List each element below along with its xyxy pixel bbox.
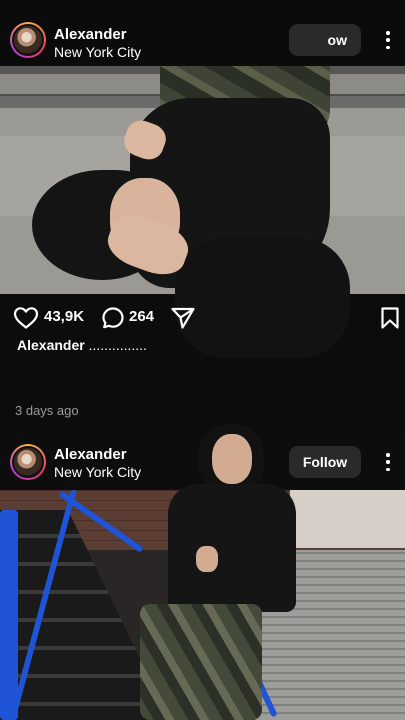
photo-graffiti-sign: [290, 490, 405, 548]
post-caption: Alexander ...............: [17, 337, 147, 353]
caption-username[interactable]: Alexander: [17, 337, 85, 353]
more-options-icon[interactable]: [385, 453, 391, 471]
avatar[interactable]: [10, 22, 46, 58]
location[interactable]: New York City: [54, 463, 141, 481]
feed-screen: Alexander New York City ow 43,9K 264 Ale…: [0, 0, 405, 720]
username[interactable]: Alexander: [54, 26, 141, 43]
photo-subject-hoodie: [168, 484, 296, 612]
post-timestamp: 3 days ago: [15, 403, 79, 418]
photo-subject-face: [212, 434, 252, 484]
photo-subject-sleeve: [175, 238, 350, 358]
heart-icon[interactable]: [13, 306, 39, 330]
post-header: Alexander New York City ow: [0, 0, 405, 66]
follow-button[interactable]: ow: [289, 24, 361, 56]
username[interactable]: Alexander: [54, 446, 141, 463]
location[interactable]: New York City: [54, 43, 141, 61]
photo-subject-pants: [140, 604, 262, 720]
avatar[interactable]: [10, 444, 46, 480]
comment-count[interactable]: 264: [129, 308, 154, 325]
comment-icon[interactable]: [101, 306, 125, 330]
user-info[interactable]: Alexander New York City: [54, 26, 141, 61]
more-options-icon[interactable]: [385, 31, 391, 49]
caption-text: ...............: [84, 337, 147, 353]
bookmark-icon[interactable]: [380, 306, 400, 330]
photo-subject-hand: [196, 546, 218, 572]
user-info[interactable]: Alexander New York City: [54, 446, 141, 481]
photo-blue-railing: [0, 510, 18, 720]
follow-button[interactable]: Follow: [289, 446, 361, 478]
like-count[interactable]: 43,9K: [44, 308, 84, 325]
send-icon[interactable]: [170, 306, 196, 330]
